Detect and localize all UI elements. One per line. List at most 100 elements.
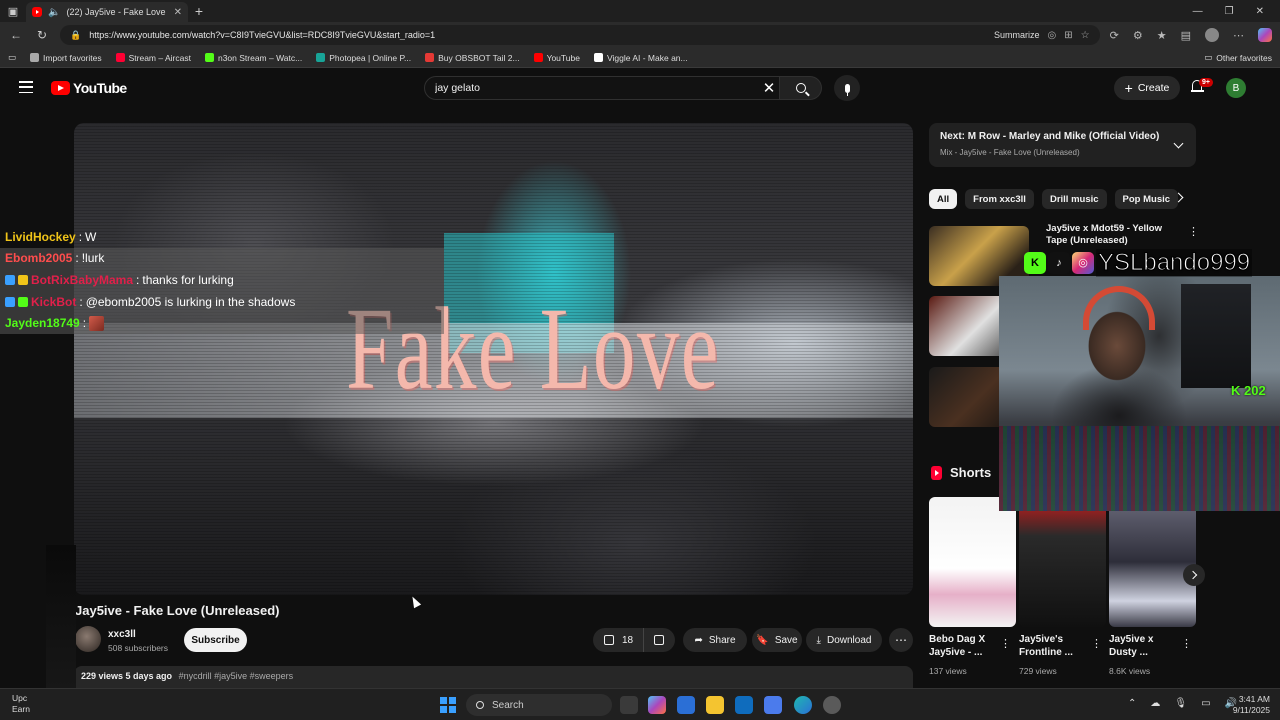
browser-tab-active[interactable]: 🔈 (22) Jay5ive - Fake Love (Unr ✕ — [26, 2, 188, 22]
display-icon[interactable]: ▭ — [1201, 698, 1210, 709]
taskbar-search-label: Search — [492, 699, 524, 711]
clear-search-icon[interactable]: ✕ — [760, 79, 778, 97]
share-button[interactable]: ➦ Share — [683, 628, 747, 652]
channel-avatar[interactable] — [75, 626, 101, 652]
minimize-icon[interactable]: — — [1193, 6, 1203, 17]
recommended-title[interactable]: Jay5ive x Mdot59 - Yellow Tape (Unreleas… — [1046, 223, 1184, 247]
youtube-header: YouTube ✕ + Create 9+ B — [0, 68, 1280, 108]
apps-icon[interactable]: ⊞ — [1064, 30, 1072, 41]
short-views: 8.6K views — [1109, 666, 1151, 676]
playlist-next-box[interactable]: Next: M Row - Marley and Mike (Official … — [929, 123, 1196, 167]
favorite-item[interactable]: YouTube — [533, 53, 580, 63]
youtube-logo[interactable]: YouTube — [51, 80, 127, 96]
filter-chip[interactable]: Drill music — [1041, 189, 1107, 209]
refresh-extension-icon[interactable]: ⟳ — [1110, 29, 1119, 42]
extension-icon[interactable]: ⚙ — [1133, 29, 1143, 42]
short-title[interactable]: Jay5ive's Frontline ... — [1019, 633, 1093, 659]
favorite-site-icon — [316, 53, 326, 62]
copilot-icon[interactable] — [1258, 28, 1272, 42]
share-arrow-icon: ➦ — [694, 634, 703, 646]
store-icon[interactable] — [677, 696, 695, 714]
filter-chip[interactable]: Pop Music — [1114, 189, 1179, 209]
obs-icon[interactable] — [823, 696, 841, 714]
url-field[interactable]: 🔒 https://www.youtube.com/watch?v=C8I9Tv… — [60, 25, 1100, 45]
new-tab-icon[interactable]: + — [188, 3, 210, 19]
hamburger-menu-icon[interactable] — [19, 81, 33, 93]
favorite-star-icon[interactable]: ☆ — [1081, 30, 1090, 41]
favorite-item[interactable]: Stream – Aircast — [115, 52, 191, 63]
favorites-bar: ▭ Import favorites Stream – Aircast n3on S… — [0, 48, 1280, 68]
weather-widget[interactable]: Upc Earn — [12, 693, 30, 715]
file-explorer-icon[interactable] — [706, 696, 724, 714]
chat-text: thanks for lurking — [142, 272, 234, 287]
close-window-icon[interactable]: ✕ — [1256, 6, 1264, 17]
account-avatar[interactable]: B — [1226, 78, 1246, 98]
other-favorites[interactable]: ▭ Other favorites — [1204, 52, 1272, 63]
short-thumbnail[interactable] — [1019, 497, 1106, 627]
summarize-button[interactable]: Summarize — [994, 30, 1040, 40]
subscribe-button[interactable]: Subscribe — [184, 628, 247, 652]
back-arrow-icon[interactable]: ← — [8, 28, 24, 42]
chat-username: Ebomb2005 — [5, 251, 73, 266]
close-tab-icon[interactable]: ✕ — [174, 7, 182, 18]
url-text[interactable]: https://www.youtube.com/watch?v=C8I9Tvie… — [89, 30, 986, 40]
photos-icon[interactable] — [764, 696, 782, 714]
description-box[interactable]: 229 views 5 days ago #nycdrill #jay5ive … — [74, 666, 913, 688]
favorite-item[interactable]: Import favorites — [30, 53, 102, 63]
address-bar: ← ↻ 🔒 https://www.youtube.com/watch?v=C8… — [0, 22, 1280, 48]
short-title[interactable]: Jay5ive x Dusty ... — [1109, 633, 1183, 659]
video-player[interactable]: Fake Love — [74, 123, 913, 595]
recommended-more-icon[interactable]: ⋮ — [1188, 225, 1199, 238]
tab-actions-icon[interactable]: ▣ — [0, 0, 26, 22]
tiktok-icon: ♪ — [1048, 251, 1070, 274]
favorite-item[interactable]: n3on Stream – Watc... — [204, 53, 302, 63]
collections-icon[interactable]: ▤ — [1181, 29, 1191, 42]
favorite-item[interactable]: Photopea | Online P... — [316, 53, 411, 63]
chat-text: !lurk — [81, 251, 105, 266]
channel-name[interactable]: xxc3ll — [108, 629, 136, 640]
mic-tray-icon[interactable]: 🎙 — [1174, 698, 1187, 709]
refresh-icon[interactable]: ↻ — [34, 28, 50, 42]
short-more-icon[interactable]: ⋮ — [1181, 637, 1192, 650]
filter-chip[interactable]: From xxc3ll — [965, 189, 1034, 209]
more-menu-icon[interactable]: ⋯ — [1233, 29, 1244, 42]
reader-icon[interactable]: ◎ — [1048, 30, 1057, 41]
streamer-handle-label: K ♪ ◎ YSLbando999 — [1024, 248, 1253, 277]
lock-icon[interactable]: 🔒 — [70, 30, 81, 41]
task-view-icon[interactable] — [620, 696, 638, 714]
download-button[interactable]: ⤓ Download — [806, 628, 882, 652]
taskbar-search[interactable]: Search — [466, 694, 612, 716]
short-more-icon[interactable]: ⋮ — [1091, 637, 1102, 650]
shorts-next-button[interactable] — [1183, 564, 1205, 586]
favorite-item[interactable]: Viggle AI - Make an... — [593, 53, 688, 63]
outlook-icon[interactable] — [735, 696, 753, 714]
search-input[interactable] — [424, 76, 780, 100]
profile-icon[interactable] — [1205, 28, 1219, 42]
short-title[interactable]: Bebo Dag X Jay5ive - ... — [929, 633, 1003, 659]
favorite-label: Stream – Aircast — [128, 52, 191, 63]
edge-icon[interactable] — [794, 696, 812, 714]
short-more-icon[interactable]: ⋮ — [1000, 637, 1011, 650]
voice-search-button[interactable] — [834, 75, 860, 101]
more-actions-button[interactable]: ⋯ — [889, 628, 913, 652]
maximize-icon[interactable]: ❐ — [1225, 6, 1234, 17]
short-thumbnail[interactable] — [929, 497, 1016, 627]
save-button[interactable]: 🔖 Save — [752, 628, 802, 652]
windows-start-icon[interactable] — [440, 697, 456, 713]
favorites-icon[interactable]: ★ — [1157, 29, 1167, 42]
short-thumbnail[interactable] — [1109, 497, 1196, 627]
create-button[interactable]: + Create — [1114, 76, 1180, 100]
video-tags[interactable]: #nycdrill #jay5ive #sweepers — [179, 671, 294, 681]
favorite-item[interactable]: Buy OBSBOT Tail 2... — [425, 53, 520, 63]
onedrive-icon[interactable]: ☁ — [1150, 698, 1160, 709]
speaker-icon[interactable]: 🔈 — [48, 7, 60, 18]
tray-chevron-up-icon[interactable]: ⌃ — [1128, 698, 1136, 709]
filter-chip[interactable]: All — [929, 189, 958, 209]
favorites-bar-toggle-icon[interactable]: ▭ — [8, 52, 16, 63]
taskbar-clock[interactable]: 3:41 AM 9/11/2025 — [1228, 694, 1270, 716]
webcam-overlay: K 202 — [999, 276, 1280, 511]
dislike-button[interactable] — [644, 635, 674, 645]
like-button[interactable]: 18 — [593, 628, 645, 652]
search-button[interactable] — [780, 76, 822, 100]
copilot-taskbar-icon[interactable] — [648, 696, 666, 714]
